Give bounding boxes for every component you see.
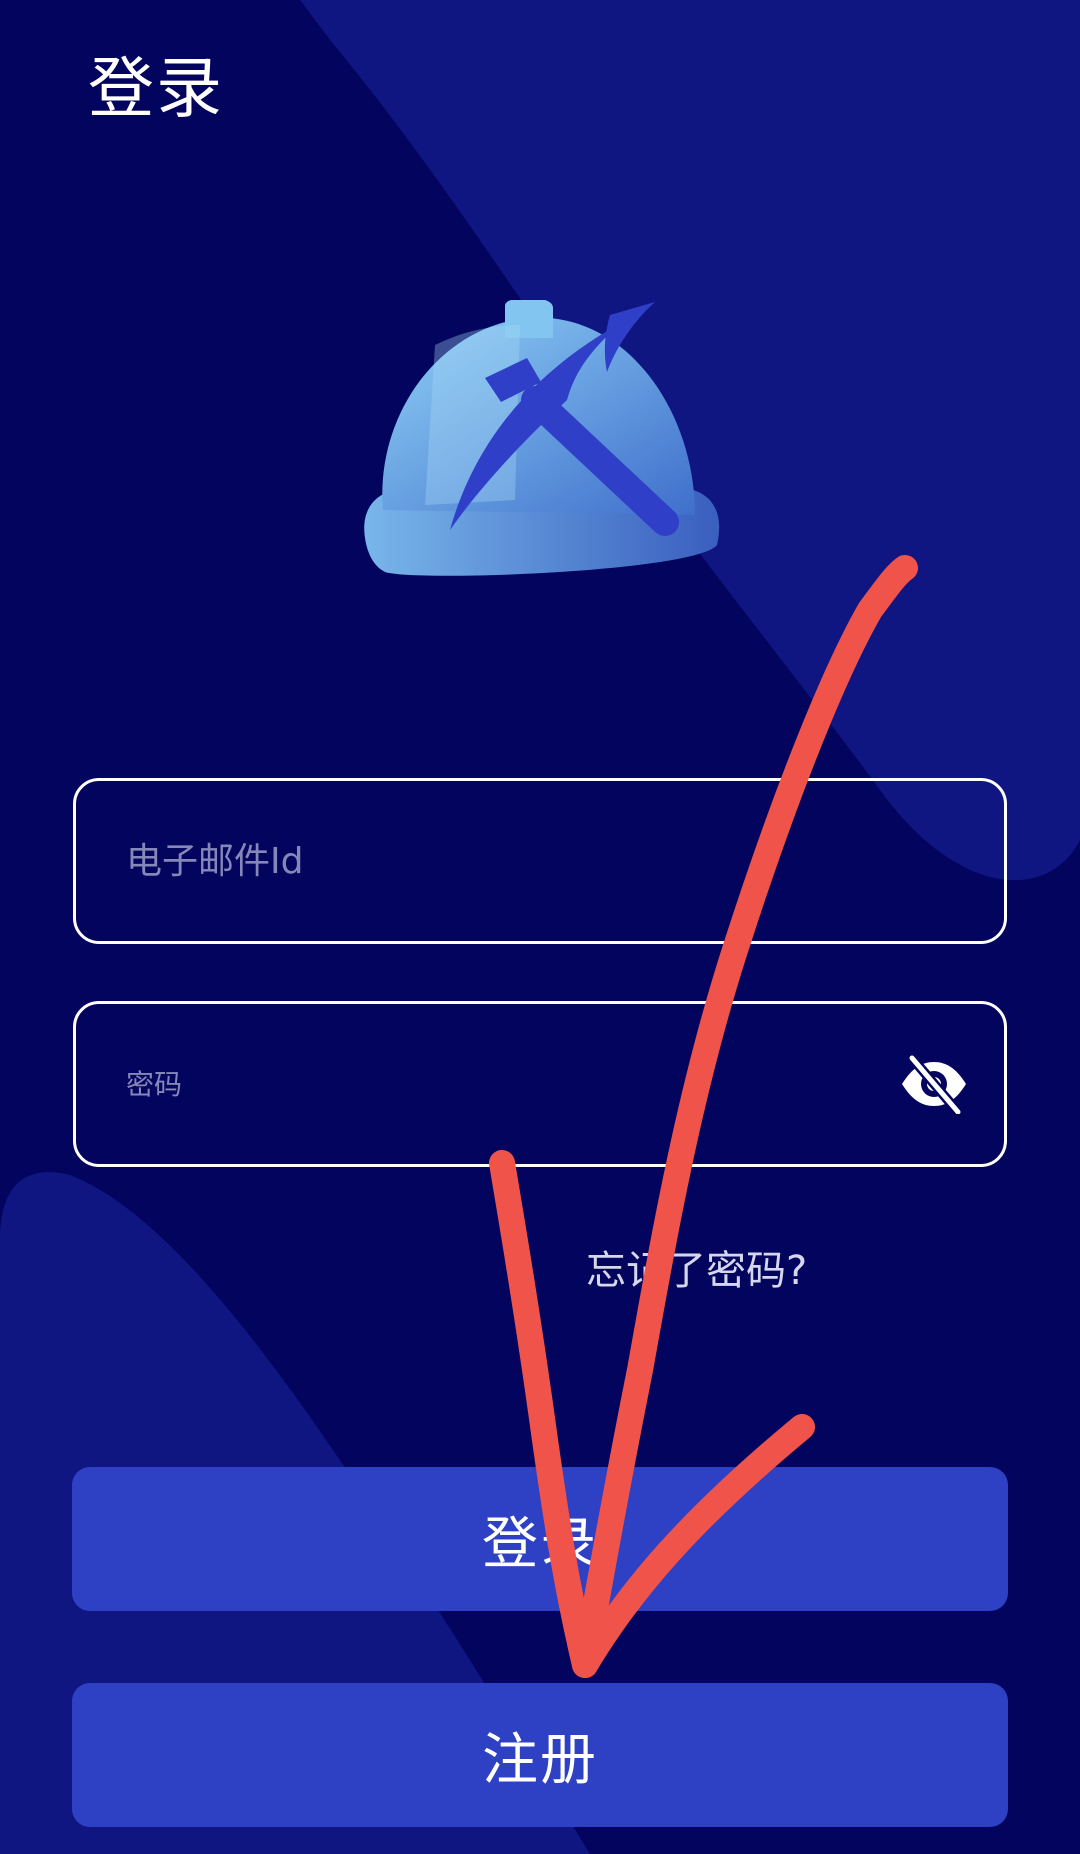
register-button[interactable]: 注册 <box>72 1683 1008 1827</box>
login-screen: 登录 忘记了密 <box>0 0 1080 1854</box>
page-title: 登录 <box>88 50 224 127</box>
password-input[interactable] <box>126 1004 886 1164</box>
password-field[interactable] <box>73 1001 1007 1167</box>
eye-off-icon[interactable] <box>898 1054 970 1114</box>
email-input[interactable] <box>126 781 886 941</box>
login-button[interactable]: 登录 <box>72 1467 1008 1611</box>
hardhat-pickaxe-icon <box>364 300 720 576</box>
forgot-password-link[interactable]: 忘记了密码? <box>586 1246 807 1296</box>
email-field[interactable] <box>73 778 1007 944</box>
